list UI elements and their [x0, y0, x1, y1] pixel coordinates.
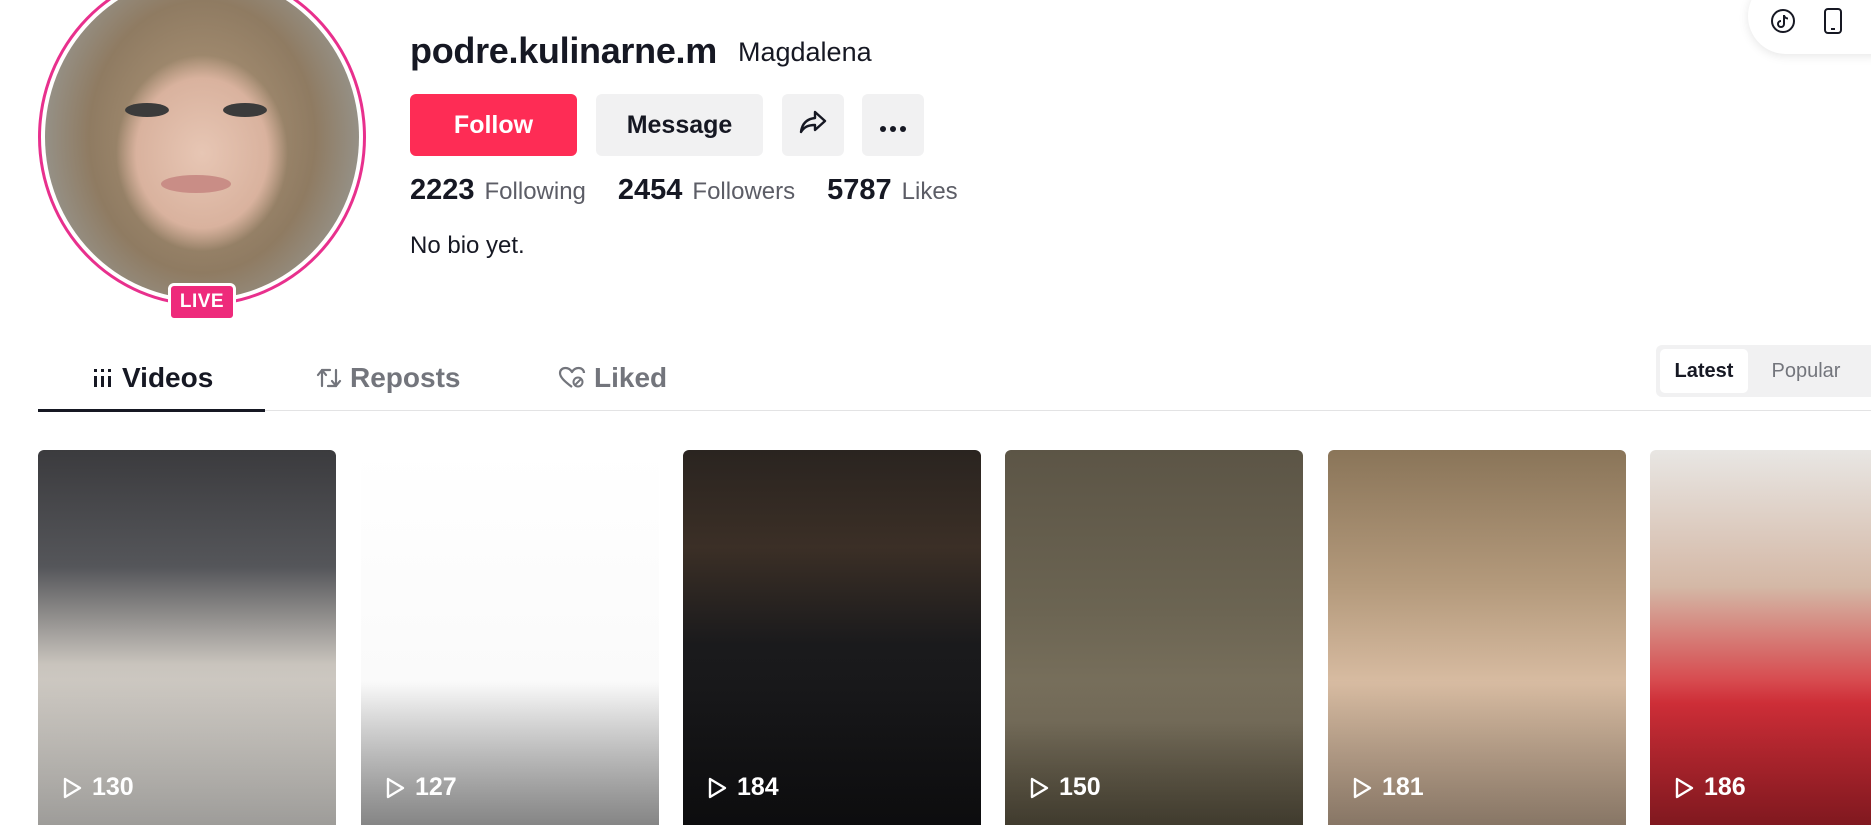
repost-icon: [316, 366, 342, 390]
view-count: 184: [707, 773, 779, 802]
stat-label: Likes: [901, 178, 958, 205]
stat-following[interactable]: 2223 Following: [410, 174, 586, 207]
stat-value: 2454: [617, 174, 683, 206]
sort-latest-button[interactable]: Latest: [1660, 349, 1748, 393]
tab-videos[interactable]: Videos: [92, 345, 213, 411]
avatar-image: [45, 0, 359, 299]
profile-bio: No bio yet.: [410, 232, 525, 259]
play-icon: [1352, 777, 1372, 799]
profile-avatar[interactable]: [38, 0, 366, 306]
tab-reposts[interactable]: Reposts: [316, 345, 460, 411]
stat-label: Following: [484, 178, 586, 205]
view-count: 130: [62, 773, 134, 802]
profile-nickname: Magdalena: [738, 37, 872, 67]
play-icon: [62, 777, 82, 799]
stat-value: 2223: [410, 174, 475, 206]
video-card[interactable]: 186: [1650, 450, 1871, 825]
more-options-button[interactable]: [862, 94, 924, 156]
video-card[interactable]: 130: [38, 450, 336, 825]
view-count: 127: [385, 773, 457, 802]
mobile-device-icon[interactable]: [1818, 6, 1848, 36]
tab-liked[interactable]: Liked: [558, 345, 667, 411]
share-button[interactable]: [782, 94, 844, 156]
tab-label: Reposts: [350, 362, 461, 393]
video-card[interactable]: 150: [1005, 450, 1303, 825]
top-right-toolbar: [1748, 0, 1871, 54]
view-count: 186: [1674, 773, 1746, 802]
video-card[interactable]: 184: [683, 450, 981, 825]
play-icon: [707, 777, 727, 799]
liked-heart-icon: [558, 366, 586, 390]
stat-value: 5787: [827, 174, 892, 206]
sort-toggle: Latest Popular: [1656, 345, 1871, 397]
follow-button[interactable]: Follow: [410, 94, 577, 156]
stat-followers[interactable]: 2454 Followers: [618, 174, 795, 207]
view-count: 181: [1352, 773, 1424, 802]
profile-username: podre.kulinarne.m: [410, 30, 717, 71]
stat-likes: 5787 Likes: [827, 174, 958, 207]
stat-label: Followers: [692, 178, 796, 205]
play-icon: [1674, 777, 1694, 799]
active-tab-indicator: [38, 409, 265, 412]
tiktok-logo-icon[interactable]: [1768, 6, 1798, 36]
message-button[interactable]: Message: [596, 94, 763, 156]
profile-stats: 2223 Following 2454 Followers 5787 Likes: [410, 174, 990, 207]
view-count: 150: [1029, 773, 1101, 802]
video-card[interactable]: 127: [361, 450, 659, 825]
share-arrow-icon: [798, 108, 828, 143]
profile-tab-bar: Videos Reposts Liked: [38, 345, 1871, 412]
sort-popular-button[interactable]: Popular: [1756, 349, 1856, 393]
live-badge[interactable]: LIVE: [168, 283, 236, 321]
tab-label: Videos: [122, 362, 214, 393]
play-icon: [1029, 777, 1049, 799]
more-dots-icon: [879, 111, 907, 140]
grid-icon: [92, 367, 114, 389]
play-icon: [385, 777, 405, 799]
tab-label: Liked: [594, 362, 668, 393]
video-card[interactable]: 181: [1328, 450, 1626, 825]
